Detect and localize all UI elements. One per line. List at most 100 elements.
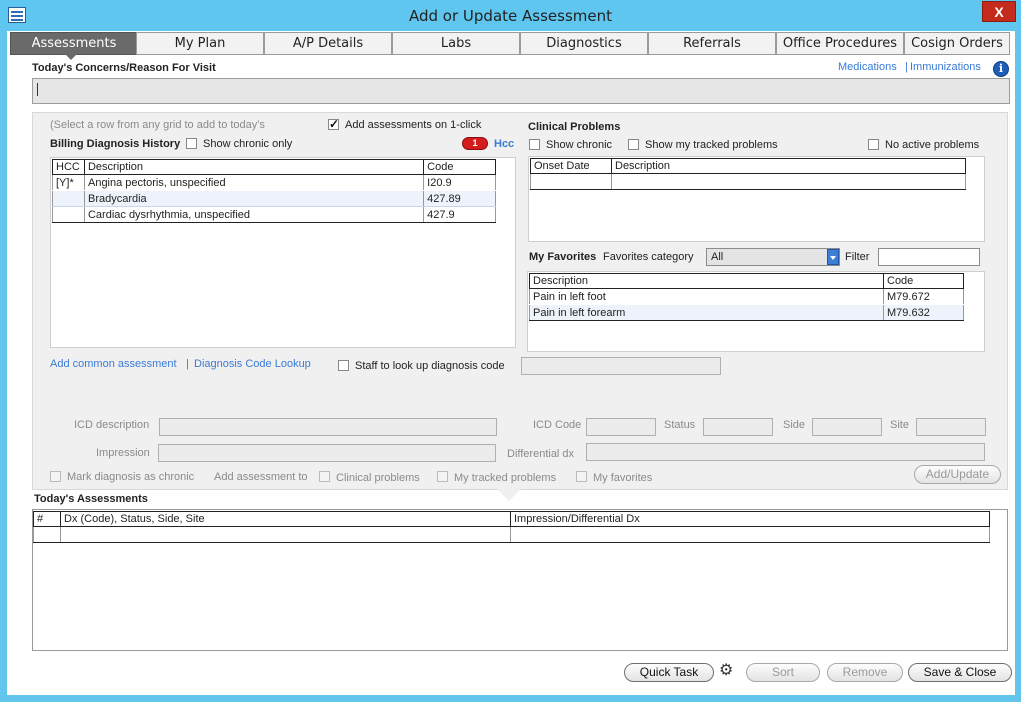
show-chronic-only-checkbox[interactable] [186, 138, 197, 149]
table-row[interactable]: Pain in left foot M79.672 [529, 288, 964, 305]
concerns-input[interactable] [32, 78, 1010, 104]
diagnosis-code-lookup-link[interactable]: Diagnosis Code Lookup [194, 358, 311, 370]
text-cursor [37, 83, 38, 96]
sort-button[interactable]: Sort [746, 663, 820, 682]
mark-chronic-checkbox[interactable] [50, 471, 61, 482]
lookup-separator: | [186, 358, 189, 370]
tracked-problems-label: My tracked problems [454, 472, 557, 484]
table-row[interactable] [530, 173, 966, 190]
side-field[interactable] [812, 418, 882, 436]
cell-description: Pain in left foot [529, 288, 884, 305]
show-chronic-label: Show chronic [546, 139, 613, 151]
filter-input[interactable] [878, 248, 980, 266]
col-description: Description [611, 158, 966, 174]
table-row[interactable]: [Y]* Angina pectoris, unspecified I20.9 [52, 174, 496, 191]
table-row[interactable]: Pain in left forearm M79.632 [529, 304, 964, 321]
col-dx: Dx (Code), Status, Side, Site [60, 511, 511, 527]
tab-labs[interactable]: Labs [392, 32, 520, 55]
concerns-label: Today's Concerns/Reason For Visit [32, 62, 216, 74]
tab-cosign-orders[interactable]: Cosign Orders [904, 32, 1010, 55]
table-row[interactable]: Bradycardia 427.89 [52, 190, 496, 207]
gear-icon[interactable]: ⚙ [719, 662, 733, 680]
cell-code: 427.89 [423, 190, 496, 207]
add-on-1-click-label: Add assessments on 1-click [345, 119, 482, 131]
quick-task-button[interactable]: Quick Task [624, 663, 714, 682]
show-chronic-only-label: Show chronic only [203, 138, 293, 150]
close-button[interactable]: X [982, 1, 1016, 22]
todays-assessments-table: # Dx (Code), Status, Side, Site Impressi… [33, 511, 990, 543]
add-common-assessment-link[interactable]: Add common assessment [50, 358, 177, 370]
link-separator: | [905, 61, 908, 73]
medications-link[interactable]: Medications [838, 61, 897, 73]
show-tracked-checkbox[interactable] [628, 139, 639, 150]
hcc-link[interactable]: Hcc [494, 138, 514, 150]
impression-label: Impression [96, 447, 150, 459]
tab-ap-details[interactable]: A/P Details [264, 32, 392, 55]
no-active-problems-label: No active problems [885, 139, 980, 151]
col-code: Code [883, 273, 964, 289]
show-tracked-label: Show my tracked problems [645, 139, 778, 151]
favorites-category-select[interactable]: All [706, 248, 840, 266]
tab-my-plan[interactable]: My Plan [136, 32, 264, 55]
hcc-badge: 1 [462, 137, 488, 150]
side-label: Side [783, 419, 806, 431]
staff-lookup-label: Staff to look up diagnosis code [355, 360, 505, 372]
tab-referrals[interactable]: Referrals [648, 32, 776, 55]
cell-description: Bradycardia [83, 190, 425, 207]
site-label: Site [890, 419, 909, 431]
dropdown-arrow-icon[interactable] [827, 249, 839, 265]
col-description: Description [83, 159, 425, 175]
add-assessment-to-label: Add assessment to [214, 471, 308, 483]
cell-description: Pain in left forearm [529, 304, 884, 321]
table-row[interactable] [33, 526, 990, 543]
tab-office-procedures[interactable]: Office Procedures [776, 32, 904, 55]
title-bar: Add or Update Assessment X [0, 0, 1021, 31]
staff-lookup-checkbox[interactable] [338, 360, 349, 371]
cell-code: I20.9 [423, 174, 496, 191]
no-active-problems-checkbox[interactable] [868, 139, 879, 150]
add-update-button[interactable]: Add/Update [914, 465, 1001, 484]
cell-code: M79.632 [883, 304, 964, 321]
info-icon[interactable]: i [993, 61, 1009, 77]
icd-code-label: ICD Code [533, 419, 582, 431]
site-field[interactable] [916, 418, 986, 436]
clinical-problems-checkbox[interactable] [319, 471, 330, 482]
billing-history-title: Billing Diagnosis History [50, 138, 181, 150]
col-onset-date: Onset Date [530, 158, 612, 174]
todays-assessments-title: Today's Assessments [34, 493, 148, 505]
impression-field[interactable] [158, 444, 496, 462]
col-description: Description [529, 273, 884, 289]
differential-dx-field[interactable] [586, 443, 985, 461]
favorites-category-label: Favorites category [603, 251, 694, 263]
status-label: Status [664, 419, 696, 431]
staff-lookup-input[interactable] [521, 357, 721, 375]
show-chronic-checkbox[interactable] [529, 139, 540, 150]
clinical-problems-title: Clinical Problems [528, 121, 621, 133]
immunizations-link[interactable]: Immunizations [910, 61, 981, 73]
save-close-button[interactable]: Save & Close [908, 663, 1012, 682]
tab-assessments[interactable]: Assessments [10, 32, 138, 55]
tracked-problems-checkbox[interactable] [437, 471, 448, 482]
tab-diagnostics[interactable]: Diagnostics [520, 32, 648, 55]
icd-description-field[interactable] [159, 418, 497, 436]
col-number: # [33, 511, 61, 527]
clinical-problems-label: Clinical problems [336, 472, 420, 484]
cell-hcc [52, 190, 85, 207]
icd-code-field[interactable] [586, 418, 656, 436]
cell-description: Cardiac dysrhythmia, unspecified [83, 206, 425, 223]
table-row[interactable]: Cardiac dysrhythmia, unspecified 427.9 [52, 206, 496, 223]
my-favorites-title: My Favorites [529, 251, 597, 263]
select-row-hint: (Select a row from any grid to add to to… [50, 119, 265, 131]
my-favorites-checkbox[interactable] [576, 471, 587, 482]
remove-button[interactable]: Remove [827, 663, 903, 682]
differential-dx-label: Differential dx [507, 448, 575, 460]
icd-description-label: ICD description [74, 419, 150, 431]
cell-description: Angina pectoris, unspecified [83, 174, 425, 191]
filter-label: Filter [845, 251, 870, 263]
add-on-1-click-checkbox[interactable] [328, 117, 339, 131]
col-code: Code [423, 159, 496, 175]
my-favorites-label: My favorites [593, 472, 653, 484]
col-hcc: HCC [52, 159, 85, 175]
status-field[interactable] [703, 418, 773, 436]
cell-hcc [52, 206, 85, 223]
